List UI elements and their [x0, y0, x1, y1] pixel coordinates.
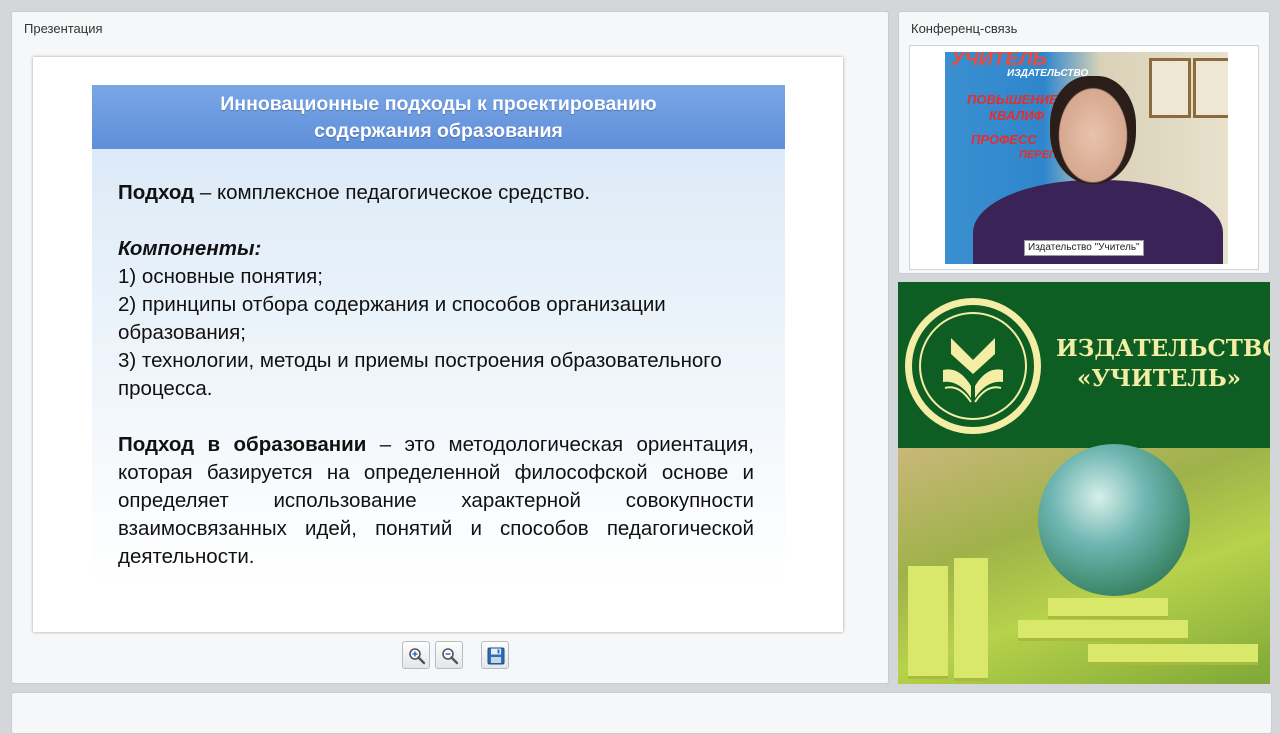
book	[908, 566, 948, 679]
publisher-logo	[905, 298, 1041, 434]
wall-frame	[1193, 58, 1228, 118]
conference-panel-title: Конференц-связь	[911, 21, 1018, 36]
globe	[1038, 444, 1190, 596]
book	[1048, 598, 1168, 619]
wall-frame	[1149, 58, 1191, 118]
presenter-head	[1050, 76, 1136, 184]
presentation-panel: Презентация Инновационные подходы к прое…	[11, 11, 889, 684]
book	[1018, 620, 1188, 641]
banner-text: КВАЛИФ	[989, 108, 1044, 123]
banner-text: ПРОФЕСС	[971, 132, 1037, 147]
approach-description: – комплексное педагогическое средство.	[194, 181, 591, 204]
slide-text: Подход – комплексное педагогическое сред…	[118, 179, 754, 571]
publisher-ad-panel: ИЗДАТЕЛЬСТВО «УЧИТЕЛЬ»	[898, 282, 1270, 684]
banner-text: ПОВЫШЕНИЕ	[967, 92, 1058, 107]
zoom-out-icon	[442, 648, 459, 665]
approach-term: Подход	[118, 181, 195, 204]
publisher-name: ИЗДАТЕЛЬСТВО «УЧИТЕЛЬ»	[1056, 334, 1270, 394]
book	[954, 558, 988, 681]
webcam-video[interactable]: УЧИТЕЛЬ ИЗДАТЕЛЬСТВО ПОВЫШЕНИЕ КВАЛИФ ПР…	[945, 52, 1228, 264]
zoom-out-button[interactable]	[435, 641, 463, 669]
slide: Инновационные подходы к проектированию с…	[33, 57, 843, 632]
save-button[interactable]	[481, 641, 509, 669]
components-label: Компоненты:	[118, 237, 262, 260]
slide-heading: Инновационные подходы к проектированию с…	[92, 85, 785, 149]
presentation-panel-title: Презентация	[24, 21, 103, 36]
bottom-panel	[11, 692, 1272, 734]
books-globe-image	[898, 444, 1270, 684]
zoom-in-button[interactable]	[402, 641, 430, 669]
floppy-disk-icon	[487, 647, 505, 665]
approach-definition: Подход – комплексное педагогическое сред…	[118, 179, 754, 207]
publisher-name-line-2: «УЧИТЕЛЬ»	[1076, 365, 1242, 392]
approach-in-education-term: Подход в образовании	[118, 433, 367, 456]
conference-panel: Конференц-связь УЧИТЕЛЬ ИЗДАТЕЛЬСТВО ПОВ…	[898, 11, 1270, 274]
component-item: 1) основные понятия;	[118, 265, 323, 288]
slide-heading-line-2: содержания образования	[314, 120, 563, 142]
component-item: 3) технологии, методы и приемы построени…	[118, 349, 722, 400]
video-participant-label: Издательство "Учитель"	[1024, 240, 1144, 256]
open-book-logo-icon	[943, 338, 1003, 403]
publisher-name-line-1: ИЗДАТЕЛЬСТВО	[1056, 335, 1270, 362]
slide-content: Инновационные подходы к проектированию с…	[92, 85, 785, 586]
zoom-in-icon	[409, 648, 426, 665]
component-item: 2) принципы отбора содержания и способов…	[118, 293, 666, 344]
video-frame: УЧИТЕЛЬ ИЗДАТЕЛЬСТВО ПОВЫШЕНИЕ КВАЛИФ ПР…	[909, 45, 1259, 270]
approach-in-education: Подход в образовании – это методологичес…	[118, 431, 754, 571]
publisher-banner: ИЗДАТЕЛЬСТВО «УЧИТЕЛЬ»	[898, 282, 1270, 448]
book	[1088, 644, 1258, 665]
slide-heading-line-1: Инновационные подходы к проектированию	[220, 93, 657, 115]
